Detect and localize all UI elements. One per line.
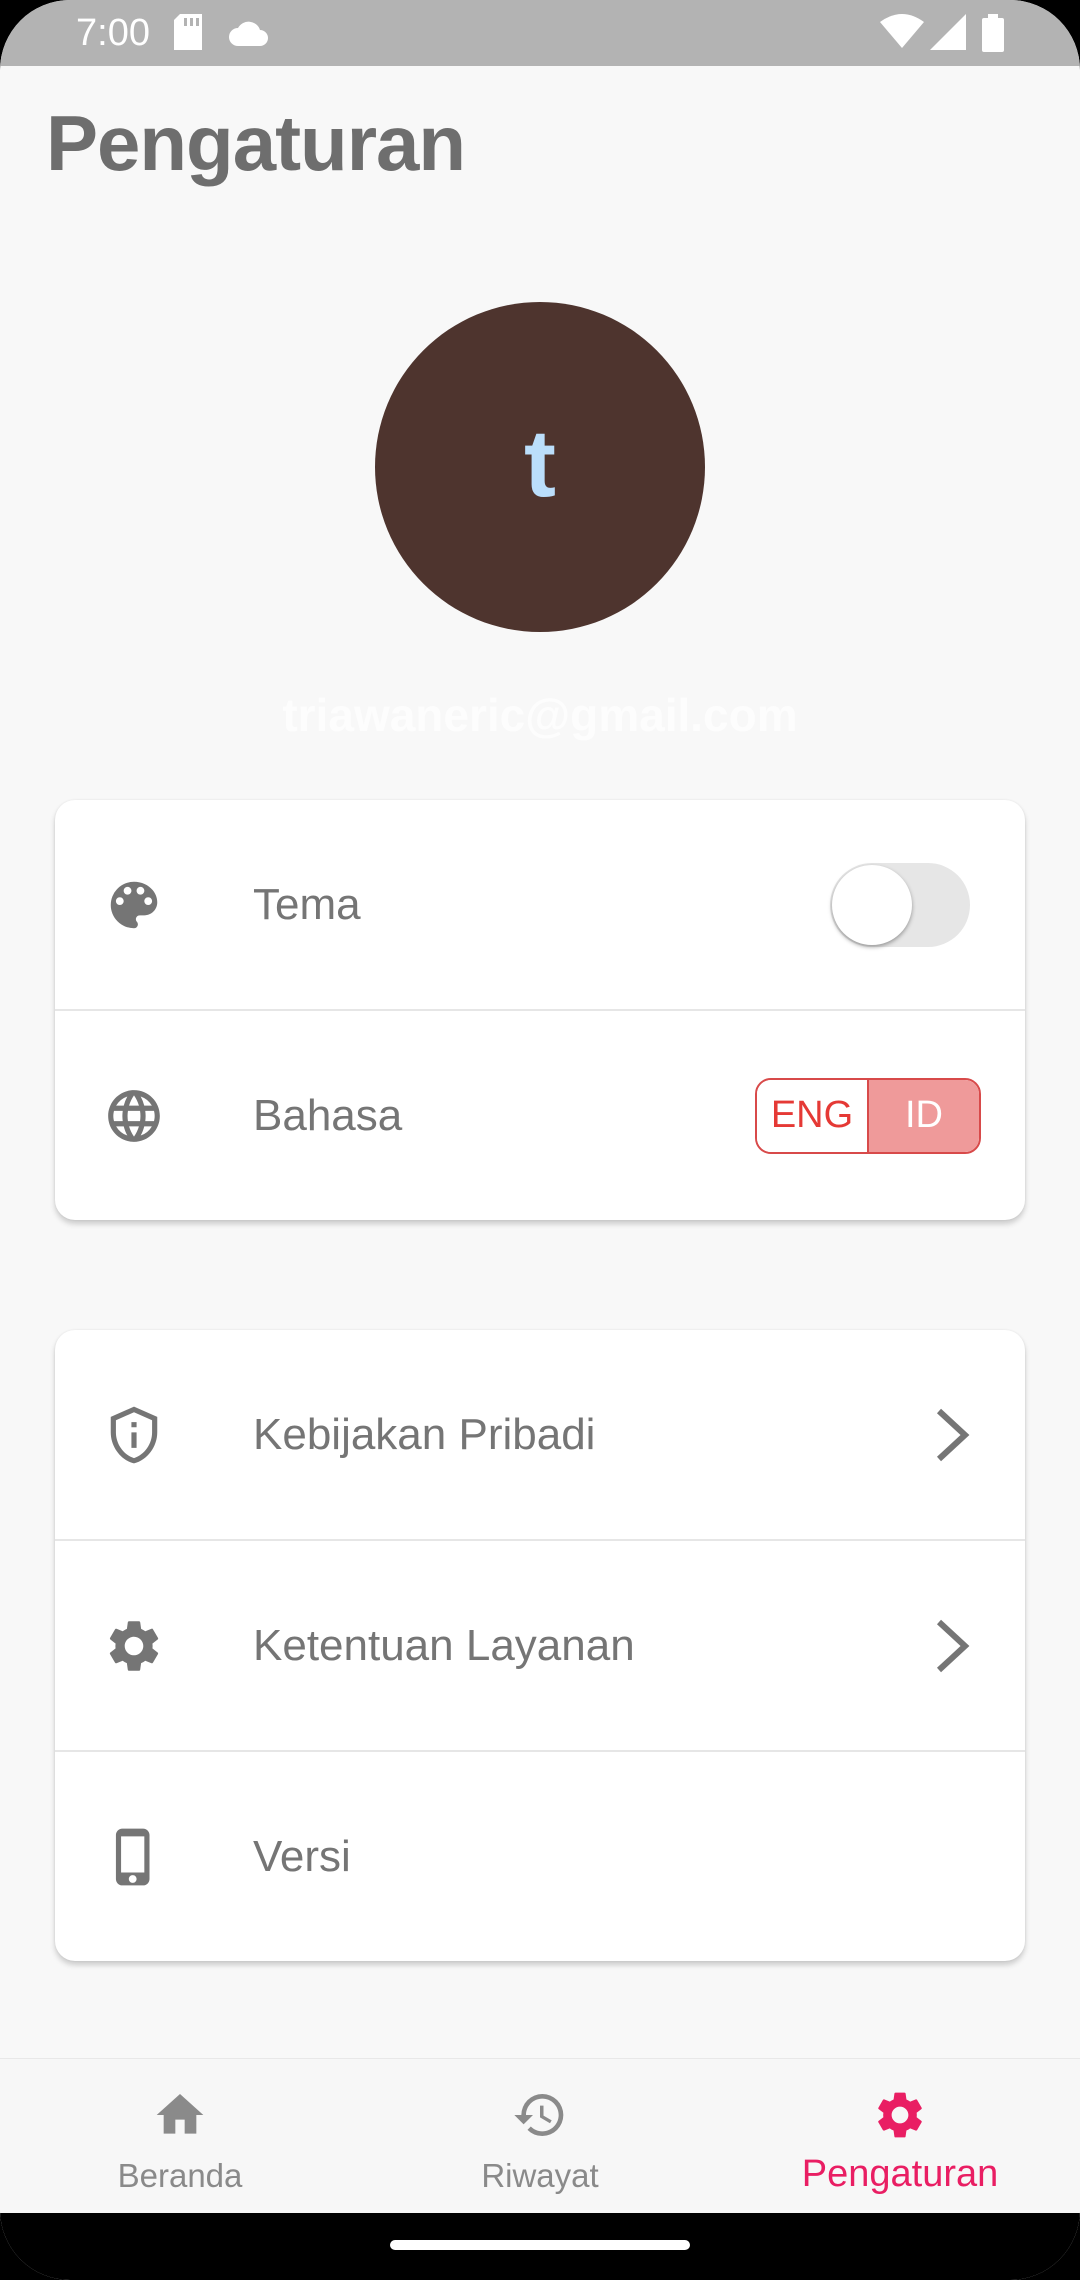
- page-title: Pengaturan: [46, 99, 466, 187]
- home-gesture-bar[interactable]: [390, 2240, 690, 2250]
- cloud-icon: [229, 21, 268, 46]
- status-bar: 7:00: [0, 0, 1080, 66]
- theme-label: Tema: [253, 879, 361, 929]
- palette-icon: [110, 881, 158, 928]
- theme-row[interactable]: Tema: [55, 800, 1025, 1011]
- bottom-navigation: Beranda Riwayat Pengaturan: [0, 2058, 1080, 2214]
- nav-label-riwayat: Riwayat: [481, 2157, 599, 2194]
- avatar: t: [375, 302, 705, 632]
- battery-icon: [982, 14, 1004, 52]
- settings-gear-icon: [878, 2092, 922, 2138]
- shield-info-icon: [110, 1406, 158, 1463]
- signal-icon: [930, 14, 966, 50]
- chevron-right-icon: [936, 1408, 970, 1461]
- theme-toggle[interactable]: [830, 862, 970, 947]
- nav-item-beranda[interactable]: Beranda: [0, 2059, 360, 2214]
- user-email: triawaneric@gmail.com: [282, 689, 798, 741]
- toggle-knob: [832, 864, 912, 945]
- globe-icon: [108, 1089, 160, 1142]
- gear-icon: [109, 1620, 159, 1671]
- info-card: Kebijakan Pribadi Ketentuan Layanan Vers…: [55, 1330, 1025, 1961]
- terms-of-service-row[interactable]: Ketentuan Layanan: [55, 1541, 1025, 1752]
- language-option-id[interactable]: ID: [869, 1079, 979, 1152]
- language-label: Bahasa: [253, 1090, 403, 1140]
- phone-icon: [115, 1828, 150, 1885]
- language-row: Bahasa ENG ID: [55, 1011, 1025, 1220]
- sd-card-icon: [174, 14, 202, 50]
- chevron-right-icon: [936, 1619, 970, 1672]
- nav-item-riwayat[interactable]: Riwayat: [360, 2059, 720, 2214]
- history-icon: [514, 2094, 564, 2136]
- language-selector: ENG ID: [755, 1077, 981, 1154]
- nav-label-pengaturan: Pengaturan: [801, 2153, 999, 2195]
- nav-label-beranda: Beranda: [117, 2157, 243, 2194]
- wifi-icon: [880, 14, 924, 48]
- privacy-policy-label: Kebijakan Pribadi: [253, 1409, 596, 1459]
- status-time: 7:00: [76, 12, 150, 54]
- nav-item-pengaturan[interactable]: Pengaturan: [720, 2059, 1080, 2214]
- home-icon: [156, 2094, 204, 2134]
- screen: 7:00 Pengaturan t triawaneric@gmail.com: [0, 0, 1080, 2280]
- language-option-eng[interactable]: ENG: [757, 1079, 869, 1152]
- terms-of-service-label: Ketentuan Layanan: [253, 1620, 635, 1670]
- avatar-letter: t: [524, 410, 556, 517]
- version-label: Versi: [253, 1831, 351, 1881]
- settings-card: Tema Bahasa ENG ID: [55, 800, 1025, 1220]
- privacy-policy-row[interactable]: Kebijakan Pribadi: [55, 1330, 1025, 1541]
- version-row: Versi: [55, 1752, 1025, 1961]
